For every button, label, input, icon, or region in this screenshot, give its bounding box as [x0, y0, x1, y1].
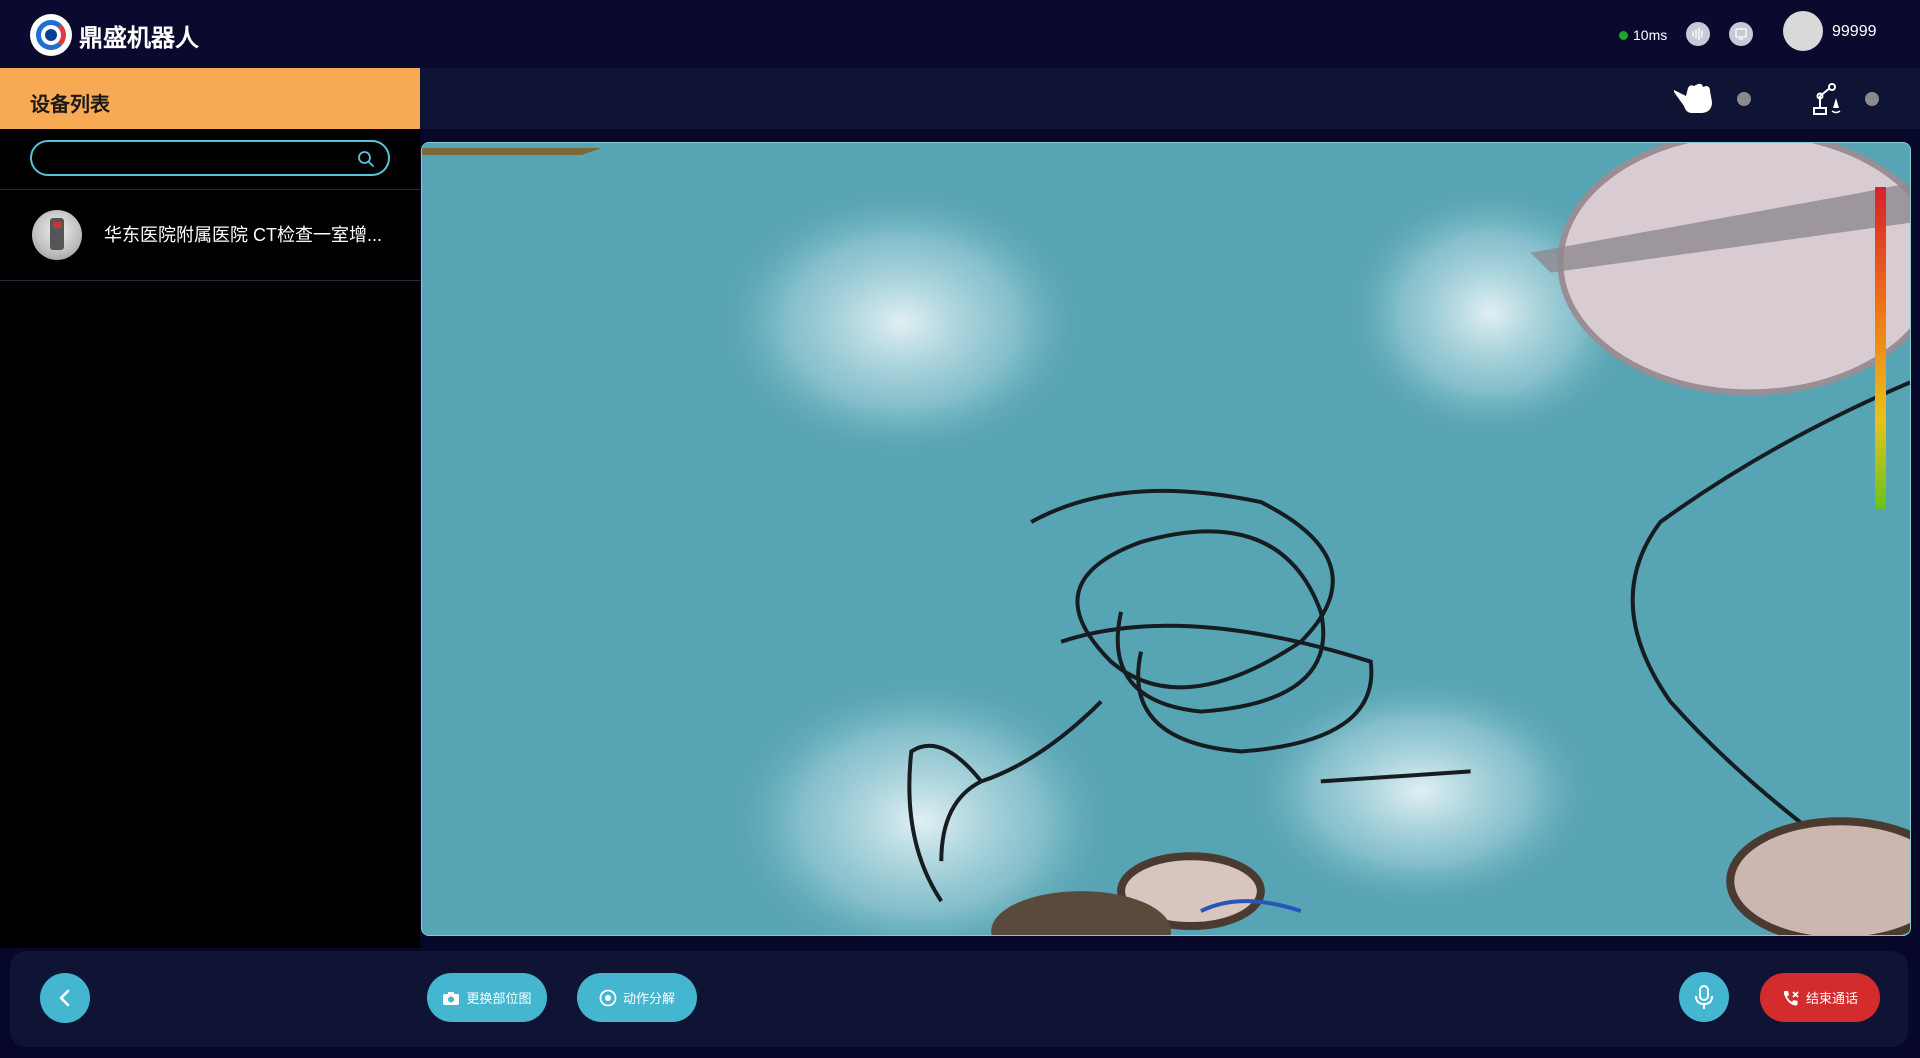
- avatar[interactable]: [1783, 11, 1823, 51]
- audio-wave-icon[interactable]: [1686, 22, 1710, 46]
- motion-breakdown-label: 动作分解: [622, 991, 675, 1006]
- camera-feed[interactable]: [421, 142, 1911, 936]
- change-part-image-label: 更换部位图: [466, 991, 532, 1006]
- robot-thumbnail: [32, 210, 82, 260]
- end-call-button[interactable]: 结束通话: [1760, 973, 1880, 1022]
- logo-icon: [30, 14, 72, 56]
- brand-name: 鼎盛机器人: [79, 25, 199, 52]
- robot-arm-icon[interactable]: [1810, 82, 1844, 116]
- latency-value: 10ms: [1633, 27, 1668, 43]
- sidebar-header: 设备列表: [0, 68, 420, 129]
- hand-control-icon[interactable]: [1672, 80, 1716, 116]
- screen-share-icon[interactable]: [1729, 22, 1753, 46]
- bottom-bar-panel: [10, 951, 1908, 1047]
- change-part-image-button[interactable]: 更换部位图: [427, 973, 547, 1022]
- audio-level-meter: [1875, 187, 1886, 509]
- device-sidebar: 设备列表 华东医院附属医院 CT检查一室增...: [0, 68, 420, 948]
- top-bar: 鼎盛机器人 10ms 99999: [0, 0, 1920, 68]
- robot-arm-status-dot: [1865, 92, 1879, 106]
- divider: [0, 280, 420, 281]
- target-icon: [599, 989, 617, 1006]
- microphone-icon: [1695, 985, 1713, 1009]
- motion-breakdown-button[interactable]: 动作分解: [577, 973, 697, 1022]
- hand-control-status-dot: [1737, 92, 1751, 106]
- microphone-button[interactable]: [1679, 972, 1729, 1022]
- search-icon[interactable]: [356, 149, 376, 169]
- device-name: 华东医院附属医院 CT检查一室增...: [104, 225, 382, 245]
- connection-status-dot: [1619, 31, 1628, 40]
- sidebar-title: 设备列表: [30, 94, 110, 116]
- search-input[interactable]: [46, 148, 346, 168]
- list-item[interactable]: 华东医院附属医院 CT检查一室增...: [0, 190, 420, 280]
- back-icon: [59, 989, 70, 1007]
- back-button[interactable]: [40, 973, 90, 1023]
- end-call-label: 结束通话: [1805, 991, 1858, 1006]
- phone-hangup-icon: [1783, 990, 1799, 1005]
- camera-icon: [443, 991, 460, 1005]
- search-box[interactable]: [30, 140, 390, 176]
- username[interactable]: 99999: [1832, 23, 1877, 41]
